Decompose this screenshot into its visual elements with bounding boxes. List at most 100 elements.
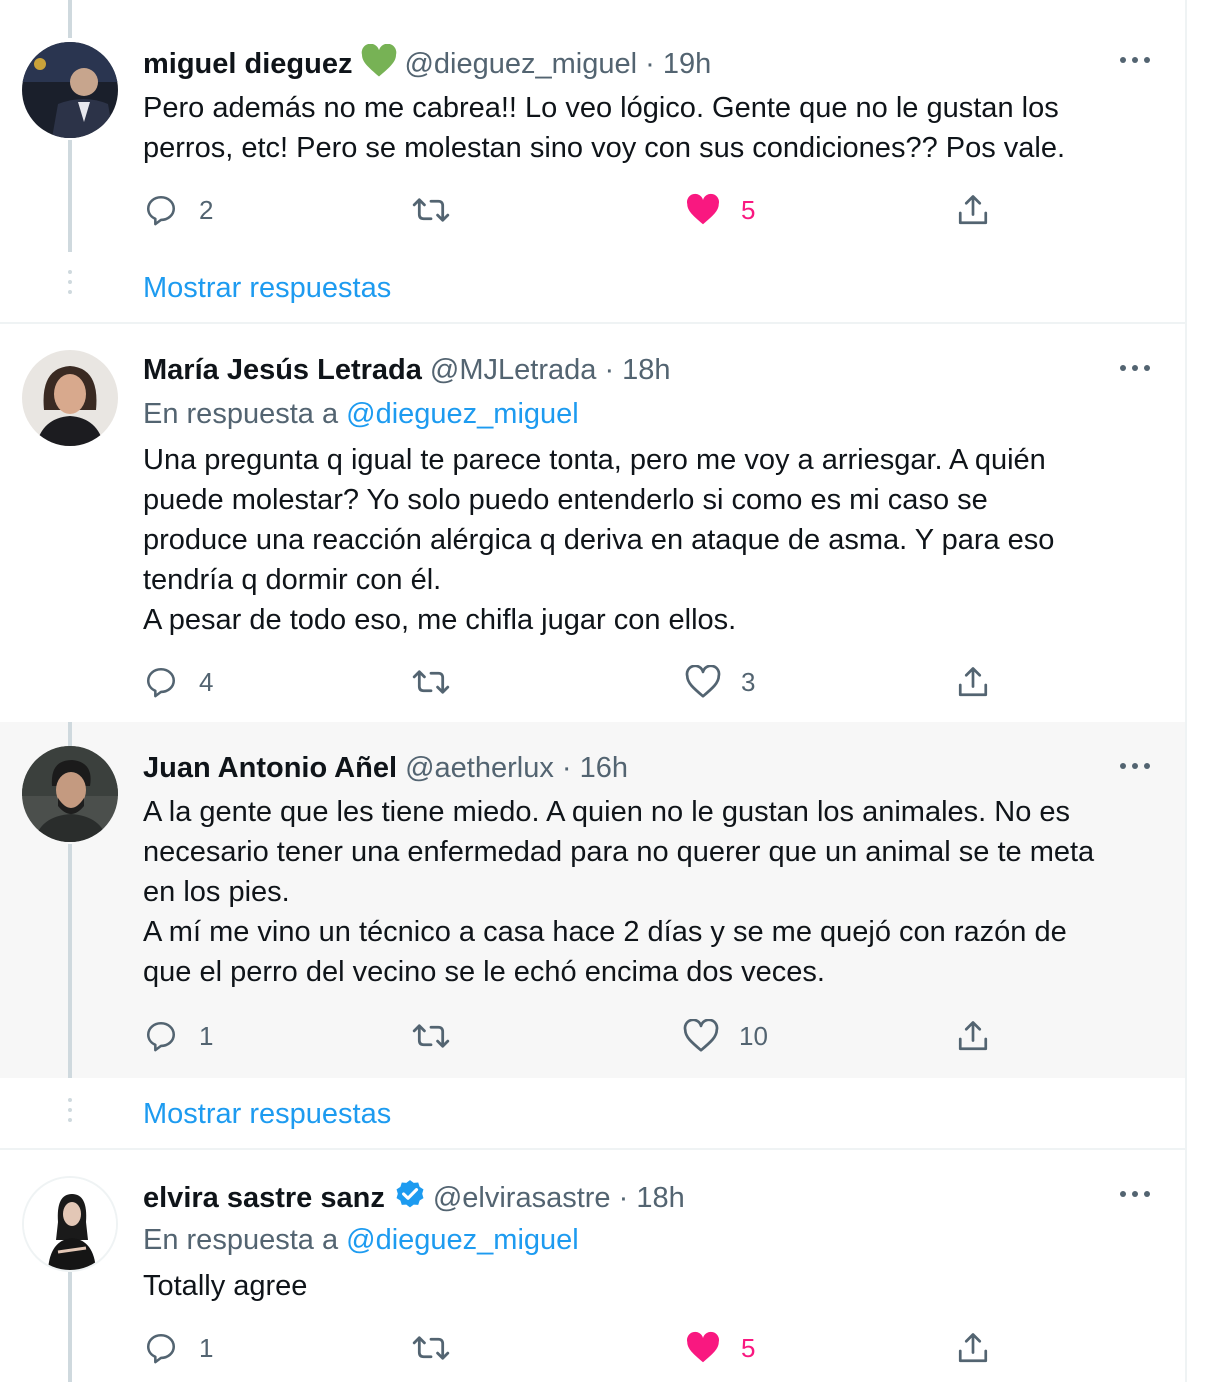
tweet-time[interactable]: · 19h — [645, 48, 711, 80]
tweet-text-line: Una pregunta q igual te parece tonta, pe… — [143, 444, 1046, 476]
tweet-text-line: Totally agree — [143, 1270, 308, 1302]
tweet-text-line: A pesar de todo eso, me chifla jugar con… — [143, 604, 737, 636]
reply-context: En respuesta a @dieguez_miguel — [143, 396, 579, 432]
avatar[interactable] — [22, 350, 118, 446]
tweet-header: Juan Antonio Añel @aetherlux · 16h — [143, 750, 628, 786]
author-name[interactable]: Juan Antonio Añel — [143, 752, 397, 784]
retweet-button[interactable] — [412, 1014, 470, 1058]
reply-prefix: En respuesta a — [143, 1224, 339, 1256]
reply-count: 1 — [199, 1020, 214, 1051]
share-button[interactable] — [955, 188, 991, 232]
retweet-icon — [412, 1021, 450, 1051]
heart-icon — [685, 1331, 721, 1365]
tweet-actions: 1 5 — [0, 1326, 1185, 1370]
avatar[interactable] — [22, 42, 118, 138]
tweet-text: Totally agree — [143, 1266, 1163, 1306]
reply-button[interactable]: 1 — [143, 1014, 213, 1058]
tweet-header: miguel dieguez @dieguez_miguel · 19h — [143, 43, 711, 80]
avatar[interactable] — [22, 746, 118, 842]
retweet-icon — [412, 667, 450, 697]
reply-count: 2 — [199, 194, 214, 225]
reply-to-handle[interactable]: @dieguez_miguel — [346, 398, 579, 430]
more-icon[interactable] — [1117, 358, 1153, 378]
show-replies-link[interactable]: Mostrar respuestas — [143, 270, 391, 306]
like-count: 5 — [741, 1332, 756, 1363]
verified-badge-icon — [393, 1178, 427, 1221]
author-name[interactable]: María Jesús Letrada — [143, 354, 422, 386]
like-button[interactable]: 3 — [685, 660, 755, 704]
tweet[interactable]: Juan Antonio Añel @aetherlux · 16h A la … — [0, 722, 1185, 1078]
more-icon[interactable] — [1117, 1184, 1153, 1204]
reply-icon — [143, 665, 179, 699]
avatar[interactable] — [22, 1176, 118, 1272]
like-count: 3 — [741, 666, 756, 697]
like-button[interactable]: 5 — [685, 188, 755, 232]
author-name[interactable]: miguel dieguez — [143, 48, 352, 80]
tweet-header: elvira sastre sanz @elvirasastre · 18h — [143, 1178, 685, 1214]
green-heart-icon — [360, 43, 398, 87]
like-button[interactable]: 10 — [683, 1014, 768, 1058]
reply-button[interactable]: 1 — [143, 1326, 213, 1370]
tweet-text-line: en los pies. — [143, 876, 290, 908]
tweet[interactable]: María Jesús Letrada @MJLetrada · 18h En … — [0, 324, 1185, 722]
tweet-header: María Jesús Letrada @MJLetrada · 18h — [143, 352, 671, 388]
author-handle[interactable]: @dieguez_miguel — [404, 48, 637, 80]
reply-icon — [143, 1019, 179, 1053]
share-button[interactable] — [955, 1014, 991, 1058]
retweet-button[interactable] — [412, 188, 470, 232]
author-handle[interactable]: @aetherlux — [405, 752, 554, 784]
share-button[interactable] — [955, 1326, 991, 1370]
heart-icon — [685, 193, 721, 227]
show-replies-link[interactable]: Mostrar respuestas — [143, 1096, 391, 1132]
retweet-icon — [412, 195, 450, 225]
tweet-text: Una pregunta q igual te parece tonta, pe… — [143, 440, 1163, 640]
author-handle[interactable]: @elvirasastre — [433, 1182, 611, 1214]
share-button[interactable] — [955, 660, 991, 704]
tweet-text-line: A mí me vino un técnico a casa hace 2 dí… — [143, 916, 1067, 948]
tweet-actions: 2 5 — [0, 188, 1185, 232]
share-icon — [955, 1330, 991, 1366]
more-icon[interactable] — [1117, 756, 1153, 776]
like-count: 10 — [739, 1020, 768, 1051]
tweet-actions: 4 3 — [0, 660, 1185, 704]
tweet[interactable]: miguel dieguez @dieguez_miguel · 19h Pero… — [0, 0, 1185, 322]
retweet-button[interactable] — [412, 1326, 470, 1370]
share-icon — [955, 192, 991, 228]
tweet-text-line: puede molestar? Yo solo puedo entenderlo… — [143, 484, 988, 516]
retweet-icon — [412, 1333, 450, 1363]
reply-to-handle[interactable]: @dieguez_miguel — [346, 1224, 579, 1256]
tweet-text-line: que el perro del vecino se le echó encim… — [143, 956, 825, 988]
reply-icon — [143, 1331, 179, 1365]
more-icon[interactable] — [1117, 50, 1153, 70]
tweet-text-line: tendría q dormir con él. — [143, 564, 442, 596]
tweet-text-line: necesario tener una enfermedad para no q… — [143, 836, 1095, 868]
reply-count: 4 — [199, 666, 214, 697]
conversation-timeline: miguel dieguez @dieguez_miguel · 19h Pero… — [0, 0, 1187, 1382]
heart-icon — [683, 1019, 719, 1053]
tweet-actions: 1 10 — [0, 1014, 1185, 1058]
tweet-time[interactable]: · 16h — [562, 752, 628, 784]
tweet-time[interactable]: · 18h — [619, 1182, 685, 1214]
share-icon — [955, 664, 991, 700]
tweet-text-line: A la gente que les tiene miedo. A quien … — [143, 796, 1071, 828]
tweet-text-line: Pero además no me cabrea!! Lo veo lógico… — [143, 92, 1059, 124]
tweet[interactable]: elvira sastre sanz @elvirasastre · 18h En… — [0, 1150, 1185, 1382]
reply-icon — [143, 193, 179, 227]
tweet-text: Pero además no me cabrea!! Lo veo lógico… — [143, 88, 1163, 168]
reply-button[interactable]: 2 — [143, 188, 213, 232]
author-handle[interactable]: @MJLetrada — [430, 354, 596, 386]
thread-line — [68, 722, 72, 746]
reply-count: 1 — [199, 1332, 214, 1363]
reply-button[interactable]: 4 — [143, 660, 213, 704]
like-count: 5 — [741, 194, 756, 225]
tweet-time[interactable]: · 18h — [604, 354, 670, 386]
tweet-text: A la gente que les tiene miedo. A quien … — [143, 792, 1163, 992]
tweet-text-line: perros, etc! Pero se molestan sino voy c… — [143, 132, 1066, 164]
reply-prefix: En respuesta a — [143, 398, 339, 430]
author-name[interactable]: elvira sastre sanz — [143, 1182, 385, 1214]
thread-gap-dots — [67, 1098, 73, 1128]
heart-icon — [685, 665, 721, 699]
like-button[interactable]: 5 — [685, 1326, 755, 1370]
share-icon — [955, 1018, 991, 1054]
retweet-button[interactable] — [412, 660, 470, 704]
